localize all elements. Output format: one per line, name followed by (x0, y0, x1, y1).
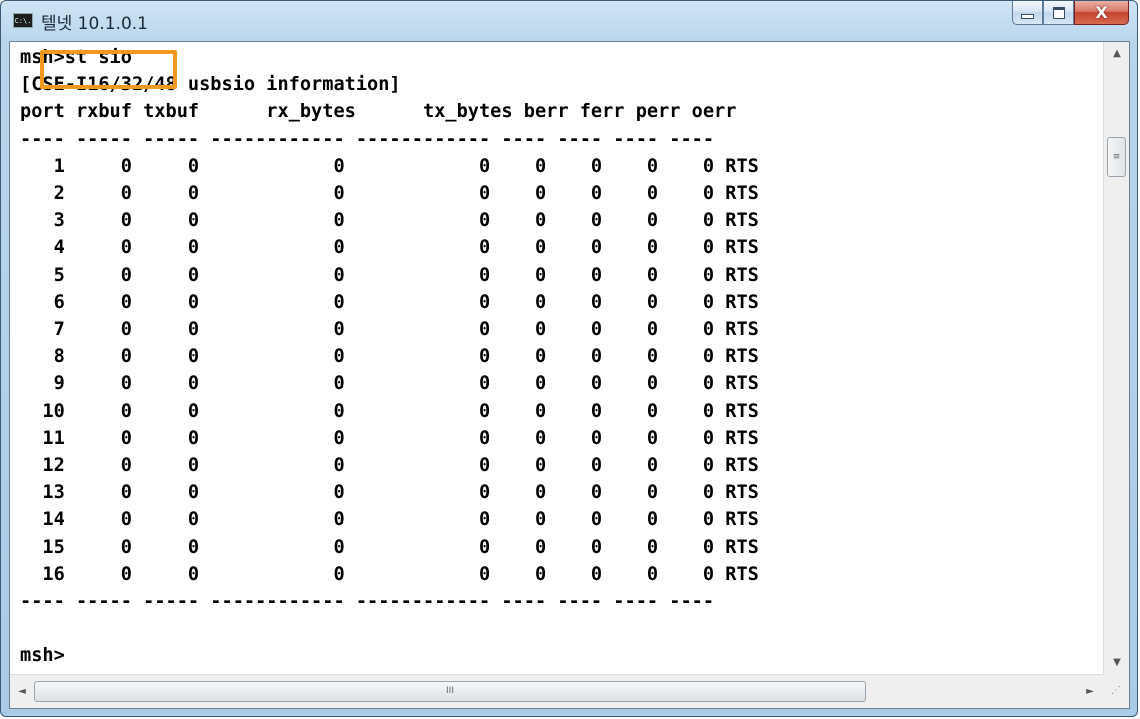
console-line: port rxbuf txbuf rx_bytes tx_bytes berr … (20, 101, 737, 123)
maximize-button[interactable] (1043, 1, 1074, 25)
console-line: 2 0 0 0 0 0 0 0 0 RTS (20, 183, 759, 204)
scroll-left-icon[interactable]: ◄ (10, 675, 34, 709)
console-line: 6 0 0 0 0 0 0 0 0 RTS (20, 291, 759, 313)
horizontal-scroll-thumb[interactable]: III (34, 681, 866, 702)
console-app-icon[interactable]: C:\. (13, 13, 33, 28)
scroll-down-icon[interactable]: ▼ (1104, 651, 1130, 675)
telnet-window: C:\. 텔넷 10.1.0.1 X msh>st sio [CSE-I16/32… (0, 0, 1138, 717)
console-output[interactable]: msh>st sio [CSE-I16/32/48 usbsio informat… (10, 42, 1104, 675)
caption-buttons: X (1012, 1, 1129, 27)
console-line: 7 0 0 0 0 0 0 0 0 RTS (20, 319, 759, 340)
console-line: 13 0 0 0 0 0 0 0 0 RTS (20, 482, 759, 504)
scroll-up-icon[interactable]: ▲ (1104, 42, 1130, 66)
resize-grip-icon[interactable]: ⋰ (1103, 674, 1129, 708)
console-line: 9 0 0 0 0 0 0 0 0 RTS (20, 373, 759, 395)
horizontal-scrollbar[interactable]: ◄ III ► (10, 674, 1104, 708)
console-line: 12 0 0 0 0 0 0 0 0 RTS (20, 455, 759, 476)
console-line: 15 0 0 0 0 0 0 0 0 RTS (20, 536, 759, 558)
console-line: 16 0 0 0 0 0 0 0 0 RTS (20, 563, 759, 585)
command-highlight-box (40, 50, 177, 89)
console-line: 10 0 0 0 0 0 0 0 0 RTS (20, 400, 759, 422)
console-line: ---- ----- ----- ------------ ----------… (20, 128, 715, 150)
scroll-right-icon[interactable]: ► (1078, 675, 1102, 709)
console-line: 4 0 0 0 0 0 0 0 0 RTS (20, 237, 759, 259)
window-title: 텔넷 10.1.0.1 (41, 14, 148, 34)
close-icon: X (1095, 3, 1108, 22)
console-line: 11 0 0 0 0 0 0 0 0 RTS (20, 427, 759, 449)
prompt-line: msh> (20, 645, 65, 667)
console-line: ---- ----- ----- ------------ ----------… (20, 591, 715, 612)
vertical-scroll-thumb[interactable]: ≡ (1107, 137, 1126, 177)
maximize-icon (1052, 6, 1065, 19)
minimize-button[interactable] (1012, 1, 1043, 25)
close-button[interactable]: X (1074, 1, 1129, 25)
vertical-scrollbar[interactable]: ▲ ≡ ▼ (1103, 42, 1129, 675)
console-line: 1 0 0 0 0 0 0 0 0 RTS (20, 155, 759, 177)
console-line: 8 0 0 0 0 0 0 0 0 RTS (20, 346, 759, 368)
console-line: 3 0 0 0 0 0 0 0 0 RTS (20, 210, 759, 232)
console-client-area: msh>st sio [CSE-I16/32/48 usbsio informat… (9, 41, 1130, 709)
minimize-icon (1021, 13, 1034, 19)
console-line: 5 0 0 0 0 0 0 0 0 RTS (20, 264, 759, 286)
title-bar[interactable]: C:\. 텔넷 10.1.0.1 X (1, 1, 1137, 41)
console-line: 14 0 0 0 0 0 0 0 0 RTS (20, 509, 759, 531)
